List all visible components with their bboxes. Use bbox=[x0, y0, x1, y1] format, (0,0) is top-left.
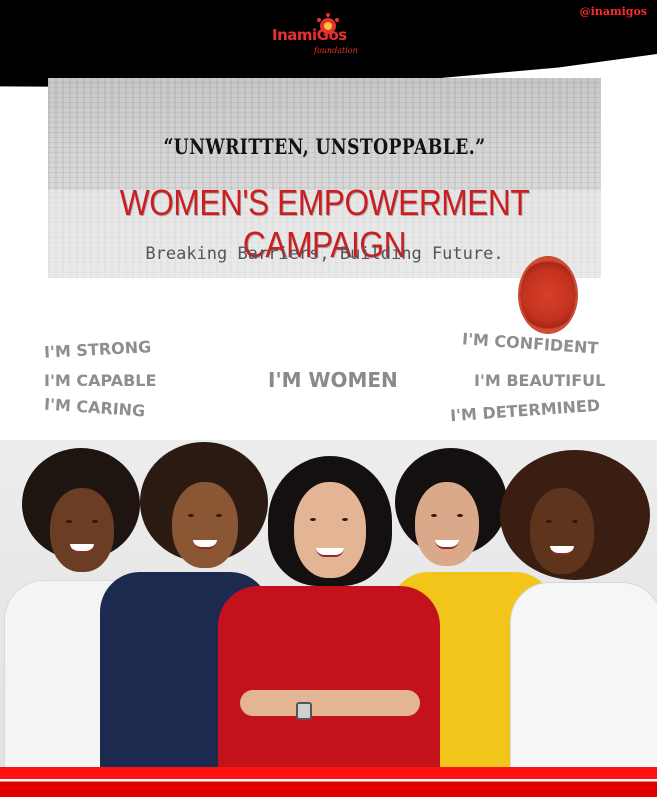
social-handle: @inamigos bbox=[579, 5, 647, 18]
campaign-banner: “UNWRITTEN, UNSTOPPABLE.” WOMEN'S EMPOWE… bbox=[48, 78, 601, 278]
affirmation-capable: I'M CAPABLE bbox=[44, 371, 157, 390]
affirmation-caring: I'M CARING bbox=[43, 394, 146, 421]
affirmation-beautiful: I'M BEAUTIFUL bbox=[474, 371, 606, 390]
affirmation-confident: I'M CONFIDENT bbox=[461, 329, 599, 358]
campaign-quote: “UNWRITTEN, UNSTOPPABLE.” bbox=[163, 134, 486, 159]
affirmation-women: I'M WOMEN bbox=[268, 368, 398, 392]
affirmation-strong: I'M STRONG bbox=[43, 337, 152, 362]
wristwatch-icon bbox=[296, 702, 312, 720]
foundation-logo: InamiGos foundation bbox=[272, 13, 392, 60]
campaign-tagline: Breaking Barriers, Building Future. bbox=[145, 244, 504, 264]
footer-band bbox=[0, 767, 657, 797]
logo-subtitle: foundation bbox=[314, 46, 358, 55]
logo-name: InamiGos bbox=[272, 26, 347, 44]
group-photo bbox=[0, 440, 657, 767]
woman-white-uniform-right bbox=[500, 440, 657, 767]
woman-red-shirt-center bbox=[210, 440, 440, 767]
affirmation-determined: I'M DETERMINED bbox=[449, 395, 601, 426]
red-stamp-icon bbox=[520, 258, 576, 332]
